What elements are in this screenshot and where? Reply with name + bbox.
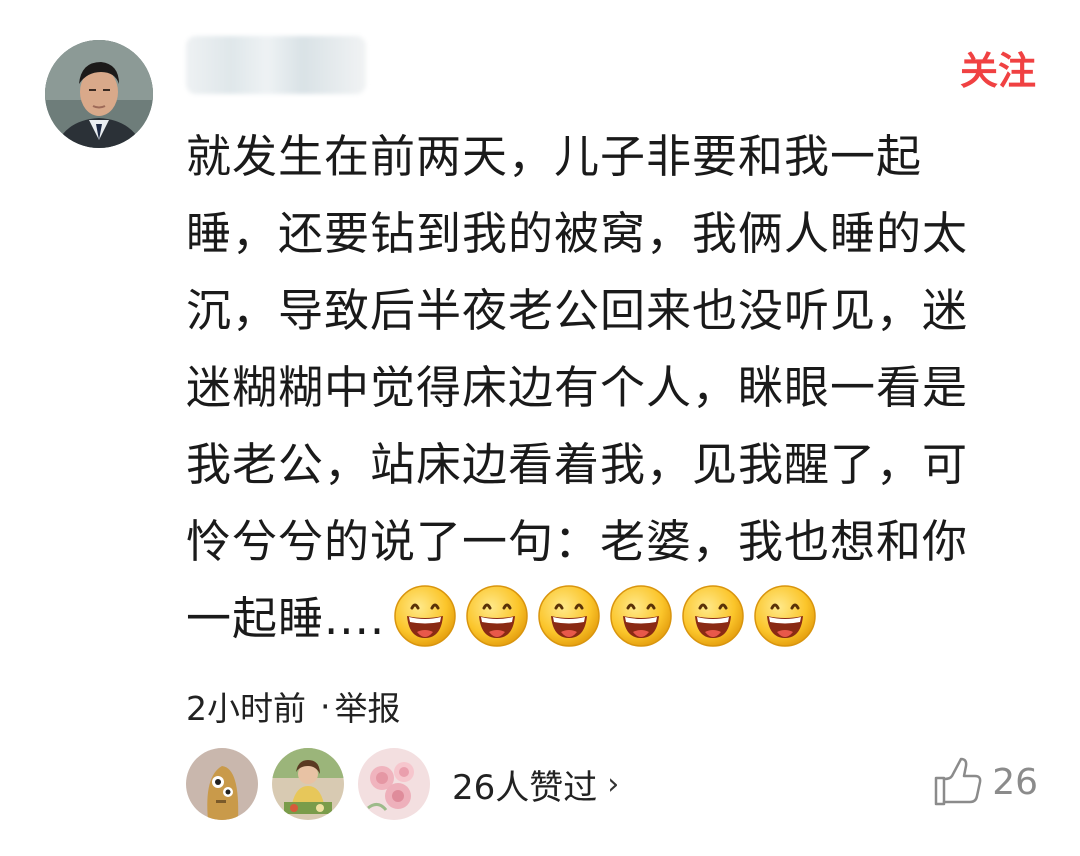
comment-line: 我老公，站床边看着我，见我醒了，可 <box>186 438 969 491</box>
grin-emoji <box>754 585 816 647</box>
likers-row: 26人赞过 › <box>186 748 619 820</box>
grin-emoji <box>394 585 456 647</box>
comment-line-last: 一起睡.... <box>186 580 1016 657</box>
like-count: 26 <box>992 761 1038 803</box>
likers-summary-link[interactable]: 26人赞过 › <box>452 760 619 809</box>
report-link[interactable]: 举报 <box>335 682 401 730</box>
grin-emoji <box>610 585 672 647</box>
grin-emoji <box>538 585 600 647</box>
emoji-row <box>393 584 817 648</box>
comment-line: 沉，导致后半夜老公回来也没听见，迷 <box>186 284 969 337</box>
user-avatar[interactable] <box>45 40 153 148</box>
liker-avatar[interactable] <box>272 748 344 820</box>
comment-last-text: 一起睡.... <box>186 592 386 645</box>
comment-line: 睡，还要钻到我的被窝，我俩人睡的太 <box>186 207 969 260</box>
chevron-right-icon: › <box>607 766 620 802</box>
follow-button[interactable]: 关注 <box>960 52 1036 90</box>
liker-avatar[interactable] <box>358 748 430 820</box>
comment-time: 2小时前 <box>186 689 306 728</box>
like-button[interactable]: 26 <box>932 756 1038 808</box>
thumbs-up-icon <box>934 757 982 806</box>
comment-body: 就发生在前两天，儿子非要和我一起 睡，还要钻到我的被窝，我俩人睡的太 沉，导致后… <box>186 118 1016 657</box>
comment-meta: 2小时前 · 举报 <box>186 682 401 730</box>
likers-summary-text: 26人赞过 <box>452 767 598 808</box>
grin-emoji <box>682 585 744 647</box>
avatar-image <box>45 40 153 148</box>
username-blurred[interactable] <box>186 36 366 94</box>
meta-separator: · <box>320 686 331 726</box>
comment-line: 就发生在前两天，儿子非要和我一起 <box>186 130 923 183</box>
comment-line: 怜兮兮的说了一句：老婆，我也想和你 <box>186 515 969 568</box>
comment-line: 迷糊糊中觉得床边有个人，眯眼一看是 <box>186 361 969 414</box>
grin-emoji <box>466 585 528 647</box>
liker-avatar-image <box>272 748 344 820</box>
liker-avatar[interactable] <box>186 748 258 820</box>
liker-avatar-image <box>358 748 430 820</box>
liker-avatar-image <box>186 748 258 820</box>
